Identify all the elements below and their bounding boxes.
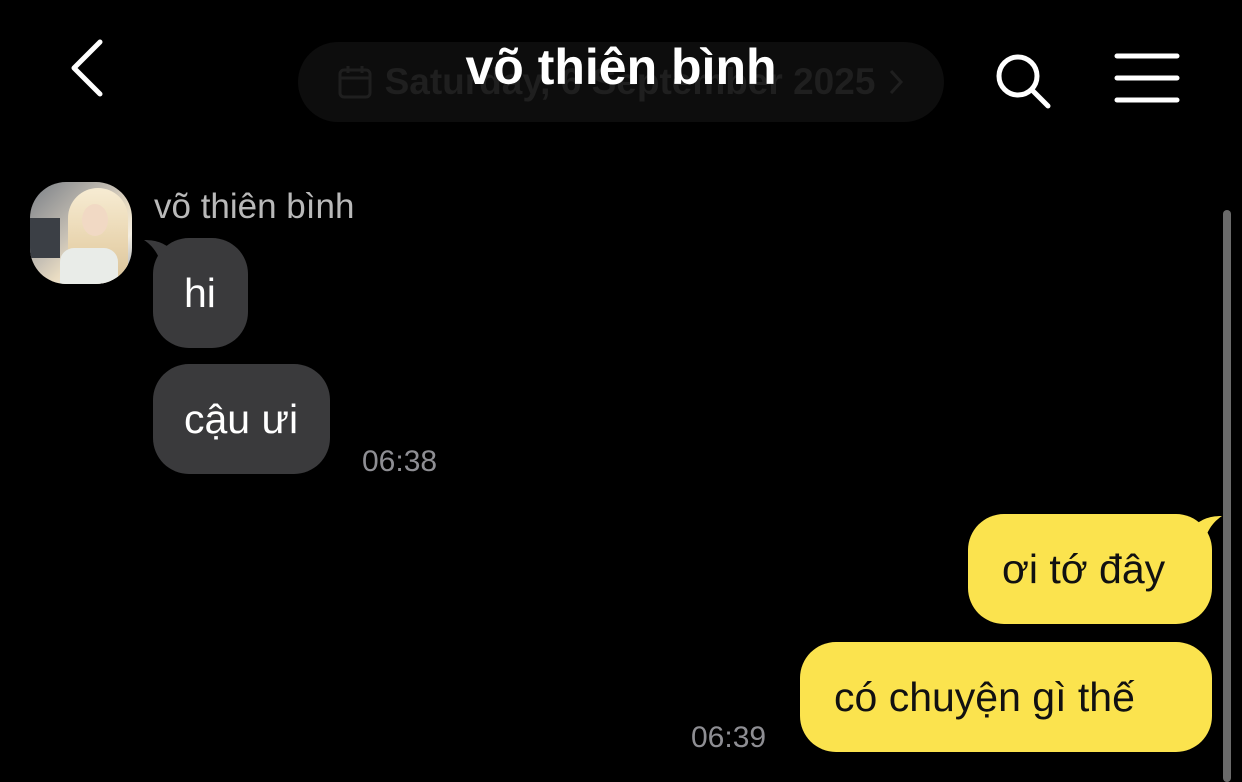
- avatar-shirt: [60, 248, 118, 284]
- date-jump-pill[interactable]: Saturday, 6 September 2025: [298, 42, 944, 122]
- menu-button[interactable]: [1114, 50, 1180, 106]
- date-pill-label: Saturday, 6 September 2025: [384, 61, 876, 102]
- message-text: ơi tớ đây: [1002, 546, 1166, 592]
- avatar-face: [82, 204, 108, 236]
- message-timestamp: 06:38: [362, 445, 438, 478]
- message-text: cậu ưi: [184, 396, 299, 442]
- message-text: có chuyện gì thế: [834, 674, 1135, 720]
- search-icon: [996, 54, 1051, 109]
- scrollbar[interactable]: [1223, 210, 1231, 782]
- message-text: hi: [184, 270, 216, 316]
- search-button[interactable]: [992, 50, 1054, 112]
- bubble-tail: [144, 240, 184, 278]
- avatar-background: [30, 218, 60, 258]
- sender-avatar[interactable]: [30, 182, 132, 284]
- chat-screen: Saturday, 6 September 2025 võ thiên bình: [0, 0, 1242, 782]
- calendar-icon: [338, 66, 372, 99]
- chevron-right-icon: [890, 69, 904, 95]
- incoming-message-bubble[interactable]: cậu ưi: [153, 364, 331, 474]
- outgoing-message-bubble[interactable]: có chuyện gì thế: [800, 642, 1212, 752]
- hamburger-menu-icon: [1114, 53, 1180, 103]
- chat-header: Saturday, 6 September 2025 võ thiên bình: [0, 0, 1242, 140]
- message-timestamp: 06:39: [691, 721, 767, 754]
- bubble-tail: [1182, 516, 1222, 554]
- outgoing-message-bubble[interactable]: ơi tớ đây: [968, 514, 1222, 624]
- back-button[interactable]: [62, 36, 118, 100]
- chevron-left-icon: [71, 39, 103, 97]
- incoming-message-bubble[interactable]: hi: [144, 238, 248, 348]
- sender-name: võ thiên bình: [154, 187, 355, 226]
